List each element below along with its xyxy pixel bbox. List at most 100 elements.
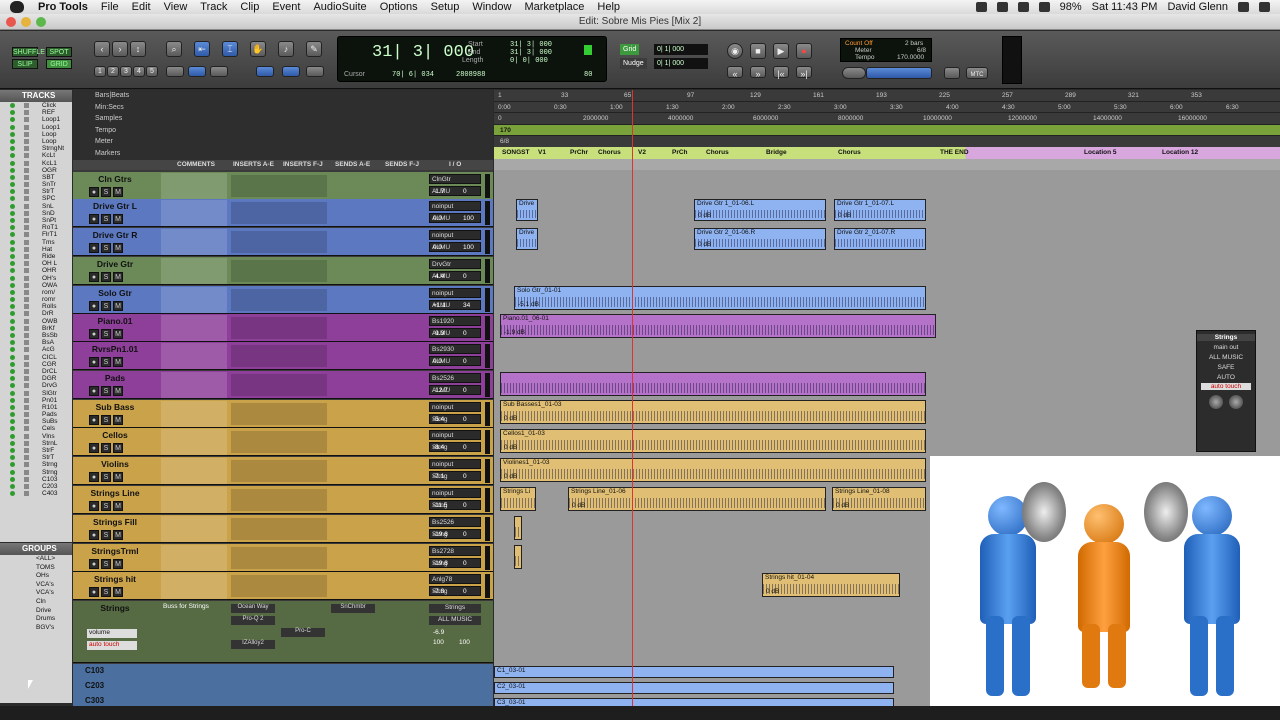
- column-comments[interactable]: COMMENTS: [177, 161, 215, 168]
- tracklist-item[interactable]: C403: [0, 490, 72, 497]
- tracklist-item[interactable]: DrCL: [0, 368, 72, 375]
- mute-button[interactable]: M: [113, 587, 123, 597]
- output-window-title[interactable]: Strings: [1197, 334, 1255, 341]
- track-input[interactable]: noinput: [429, 488, 481, 498]
- clip-drive-gtr1-0106[interactable]: Drive Gtr 1_01-06.L: [694, 199, 826, 221]
- clip-drive-r[interactable]: Drive: [516, 228, 538, 250]
- rec-button[interactable]: ●: [89, 415, 99, 425]
- track-comment[interactable]: [161, 315, 227, 341]
- track-volume[interactable]: -9.3: [433, 330, 444, 337]
- end-value[interactable]: 31| 3| 000: [510, 49, 552, 57]
- track-active-icon[interactable]: [10, 419, 15, 425]
- track-input[interactable]: Bs2728: [429, 546, 481, 556]
- solo-button[interactable]: S: [101, 301, 111, 311]
- mute-button[interactable]: M: [113, 357, 123, 367]
- clip-drive-l[interactable]: Drive: [516, 199, 538, 221]
- tab-to-transient-icon[interactable]: [256, 66, 274, 77]
- rec-button[interactable]: ●: [89, 386, 99, 396]
- solo-button[interactable]: S: [101, 243, 111, 253]
- clip-drive-gtr2-0106[interactable]: Drive Gtr 2_01-06.R: [694, 228, 826, 250]
- track-hidden-icon[interactable]: [24, 318, 29, 324]
- marker-prchr[interactable]: PrChr: [570, 149, 588, 156]
- track-comment[interactable]: [161, 343, 227, 369]
- scrubber-tool-icon[interactable]: ♪: [278, 41, 294, 57]
- tracklist-item[interactable]: AcG: [0, 346, 72, 353]
- tracklist-item[interactable]: Ride: [0, 253, 72, 260]
- track-hidden-icon[interactable]: [24, 383, 29, 389]
- tracklist-item[interactable]: Click: [0, 102, 72, 109]
- track-volume[interactable]: -19.8: [433, 531, 448, 538]
- track-hidden-icon[interactable]: [24, 476, 29, 482]
- menu-edit[interactable]: Edit: [132, 1, 151, 13]
- track-input[interactable]: noinput: [429, 288, 481, 298]
- tracklist-item[interactable]: OGR: [0, 167, 72, 174]
- tracklist-item[interactable]: KcL1: [0, 160, 72, 167]
- tracklist-item[interactable]: FlrT1: [0, 231, 72, 238]
- auto-mode-select[interactable]: auto touch: [1201, 383, 1251, 390]
- insert-slots[interactable]: [231, 202, 327, 224]
- samples-ruler[interactable]: 0 2000000 4000000 6000000 8000000 10000000 120…: [494, 113, 1280, 125]
- selector-tool-icon[interactable]: ⌶: [222, 41, 238, 57]
- clip-strings-line-0106[interactable]: Strings Line_01-06: [568, 487, 826, 511]
- aux-pan-left[interactable]: 100: [433, 639, 444, 646]
- track-hidden-icon[interactable]: [24, 347, 29, 353]
- nudge-value[interactable]: 0| 1| 000: [654, 58, 708, 69]
- track-name[interactable]: Pads: [81, 373, 149, 384]
- tracklist-item[interactable]: Cels: [0, 425, 72, 432]
- track-pan[interactable]: 0: [463, 358, 467, 365]
- track-name[interactable]: Strings hit: [81, 574, 149, 585]
- track-volume[interactable]: -11.5: [433, 502, 447, 509]
- tracklist-item[interactable]: SnD: [0, 210, 72, 217]
- track-active-icon[interactable]: [10, 455, 15, 461]
- tracklist-item[interactable]: KcLt: [0, 152, 72, 159]
- menu-window[interactable]: Window: [472, 1, 511, 13]
- track-input[interactable]: noinput: [429, 459, 481, 469]
- marker-v1[interactable]: V1: [538, 149, 546, 156]
- track-volume[interactable]: 0.0: [433, 244, 442, 251]
- tracklist-item[interactable]: Strng: [0, 469, 72, 476]
- column-sends-fj[interactable]: SENDS F-J: [385, 161, 419, 168]
- tracklist-item[interactable]: Tms: [0, 239, 72, 246]
- markers-ruler[interactable]: SONGST V1 PrChr Chorus V2 PrCh Chorus Bridge Cho…: [494, 147, 1280, 159]
- track-active-icon[interactable]: [10, 189, 15, 195]
- track-active-icon[interactable]: [10, 160, 15, 166]
- marker-bridge[interactable]: Bridge: [766, 149, 787, 156]
- clip-strings-fill[interactable]: [514, 516, 522, 540]
- menu-marketplace[interactable]: Marketplace: [524, 1, 584, 13]
- insert-slots[interactable]: [231, 345, 327, 367]
- tracklist-item[interactable]: OH L: [0, 260, 72, 267]
- track-name[interactable]: Drive Gtr L: [81, 201, 149, 212]
- track-active-icon[interactable]: [10, 124, 15, 130]
- tracklist-item[interactable]: OH's: [0, 275, 72, 282]
- track-active-icon[interactable]: [10, 318, 15, 324]
- track-hidden-icon[interactable]: [24, 268, 29, 274]
- track-hidden-icon[interactable]: [24, 333, 29, 338]
- rec-button[interactable]: ●: [89, 587, 99, 597]
- aux-input[interactable]: Strings: [429, 604, 481, 613]
- track-input[interactable]: noinput: [429, 430, 481, 440]
- track-hidden-icon[interactable]: [24, 189, 29, 195]
- insert-izalloy2[interactable]: IZAlloy2: [231, 640, 275, 649]
- nudge-label[interactable]: Nudge: [620, 58, 647, 69]
- ruler-label-samples[interactable]: Samples: [73, 113, 493, 125]
- track-name[interactable]: Cellos: [81, 430, 149, 441]
- track-hidden-icon[interactable]: [24, 426, 29, 432]
- track-active-icon[interactable]: [10, 110, 15, 116]
- solo-button[interactable]: S: [101, 357, 111, 367]
- track-hidden-icon[interactable]: [24, 153, 29, 159]
- track-active-icon[interactable]: [10, 225, 15, 231]
- clip-c1[interactable]: C1_03-01: [494, 666, 894, 678]
- marker-chorus[interactable]: Chorus: [706, 149, 729, 156]
- pencil-tool-icon[interactable]: ✎: [306, 41, 322, 57]
- solo-button[interactable]: S: [101, 272, 111, 282]
- track-active-icon[interactable]: [10, 282, 15, 288]
- track-hidden-icon[interactable]: [24, 455, 29, 461]
- mirror-midi-icon[interactable]: [282, 66, 300, 77]
- tempo-value[interactable]: 170.0000: [897, 54, 924, 61]
- track-active-icon[interactable]: [10, 311, 15, 317]
- rec-button[interactable]: ●: [89, 301, 99, 311]
- track-hidden-icon[interactable]: [24, 239, 29, 245]
- track-input[interactable]: DrvGtr: [429, 259, 481, 269]
- track-hidden-icon[interactable]: [24, 146, 29, 152]
- solo-button[interactable]: S: [101, 501, 111, 511]
